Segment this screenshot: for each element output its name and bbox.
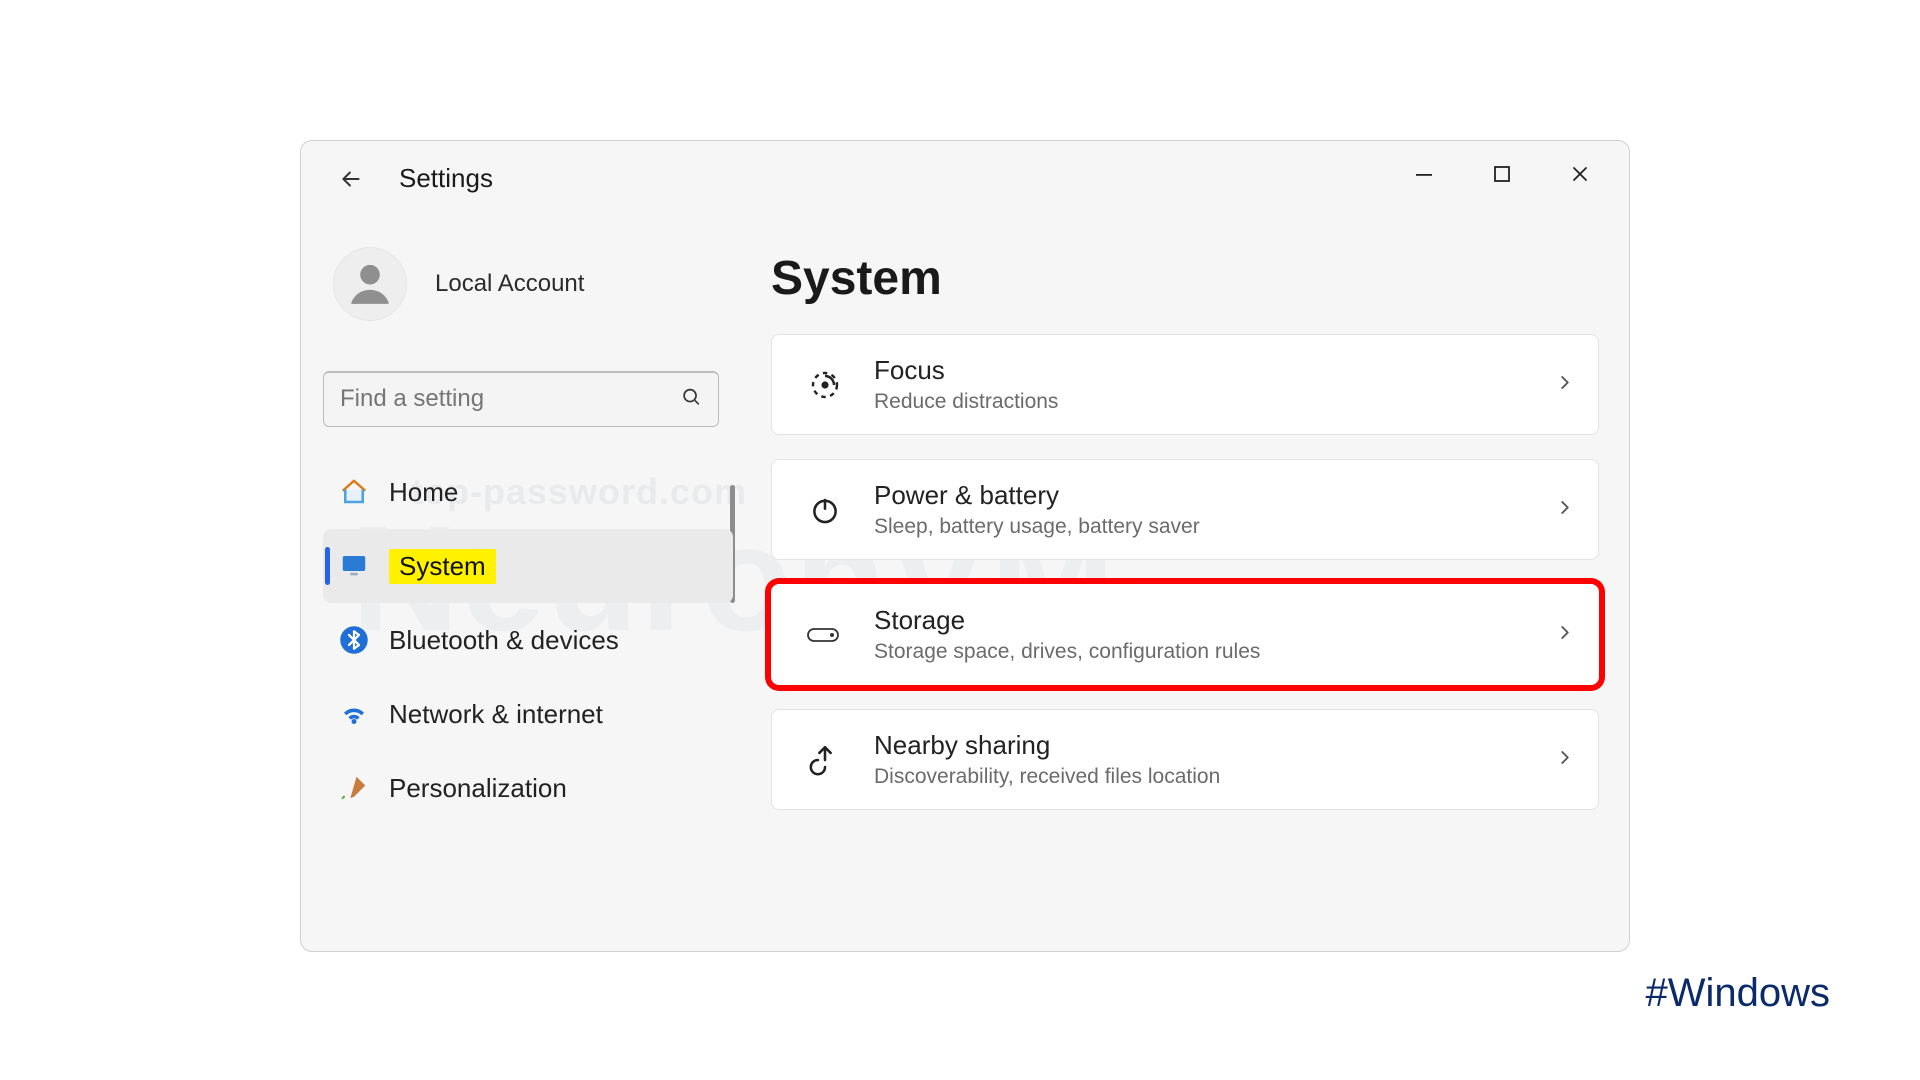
sidebar-label-personalization: Personalization	[389, 773, 567, 804]
monitor-icon	[337, 549, 371, 583]
avatar	[333, 247, 407, 321]
search-input[interactable]	[340, 385, 666, 413]
focus-icon	[798, 367, 852, 403]
card-text: Nearby sharing Discoverability, received…	[874, 730, 1220, 789]
titlebar: Settings	[301, 141, 1629, 207]
sidebar-item-bluetooth[interactable]: Bluetooth & devices	[323, 603, 733, 677]
settings-window: top-password.com NeuronVM Settings	[300, 140, 1630, 952]
search-icon	[680, 386, 702, 413]
left-column: Local Account Home	[323, 237, 733, 951]
stage: { "window": { "title": "Settings", "cont…	[0, 0, 1920, 1080]
sidebar-item-personalization[interactable]: Personalization	[323, 751, 733, 825]
sidebar-label-bluetooth: Bluetooth & devices	[389, 625, 619, 656]
card-title-power: Power & battery	[874, 480, 1200, 511]
card-title-nearby: Nearby sharing	[874, 730, 1220, 761]
hashtag: #Windows	[1645, 971, 1830, 1016]
card-sub-nearby: Discoverability, received files location	[874, 765, 1220, 789]
minimize-icon	[1414, 164, 1434, 184]
card-nearby[interactable]: Nearby sharing Discoverability, received…	[771, 709, 1599, 810]
share-icon	[798, 743, 852, 777]
brush-icon	[337, 771, 371, 805]
close-icon	[1571, 165, 1589, 183]
sidebar-label-network: Network & internet	[389, 699, 603, 730]
chevron-right-icon	[1554, 371, 1576, 398]
arrow-left-icon	[338, 166, 364, 192]
power-icon	[798, 493, 852, 527]
card-text: Power & battery Sleep, battery usage, ba…	[874, 480, 1200, 539]
card-title-focus: Focus	[874, 355, 1058, 386]
search-box[interactable]	[323, 371, 719, 427]
sidebar-label-system: System	[389, 549, 496, 584]
close-button[interactable]	[1541, 151, 1619, 197]
person-icon	[342, 256, 398, 312]
chevron-right-icon	[1554, 496, 1576, 523]
minimize-button[interactable]	[1385, 151, 1463, 197]
chevron-right-icon	[1554, 621, 1576, 648]
card-sub-storage: Storage space, drives, configuration rul…	[874, 640, 1260, 664]
card-text: Focus Reduce distractions	[874, 355, 1058, 414]
card-focus[interactable]: Focus Reduce distractions	[771, 334, 1599, 435]
card-storage[interactable]: Storage Storage space, drives, configura…	[771, 584, 1599, 685]
search-wrap	[323, 371, 719, 427]
chevron-right-icon	[1554, 746, 1576, 773]
bluetooth-icon	[337, 623, 371, 657]
sidebar-item-network[interactable]: Network & internet	[323, 677, 733, 751]
sidebar-item-system[interactable]: System	[323, 529, 733, 603]
card-text: Storage Storage space, drives, configura…	[874, 605, 1260, 664]
back-button[interactable]	[331, 159, 371, 199]
sidebar: Home System Bluetooth & devices	[323, 455, 733, 825]
home-icon	[337, 475, 371, 509]
page-title: System	[771, 251, 1599, 306]
window-controls	[1385, 151, 1619, 197]
card-power[interactable]: Power & battery Sleep, battery usage, ba…	[771, 459, 1599, 560]
maximize-button[interactable]	[1463, 151, 1541, 197]
account-block[interactable]: Local Account	[323, 237, 733, 341]
window-title: Settings	[399, 163, 493, 194]
sidebar-item-home[interactable]: Home	[323, 455, 733, 529]
sidebar-label-home: Home	[389, 477, 458, 508]
wifi-icon	[337, 697, 371, 731]
maximize-icon	[1493, 165, 1511, 183]
storage-icon	[798, 623, 852, 647]
account-name: Local Account	[435, 270, 584, 298]
main-panel: System Focus Reduce distractions	[771, 251, 1599, 951]
card-title-storage: Storage	[874, 605, 1260, 636]
card-sub-focus: Reduce distractions	[874, 390, 1058, 414]
card-sub-power: Sleep, battery usage, battery saver	[874, 515, 1200, 539]
